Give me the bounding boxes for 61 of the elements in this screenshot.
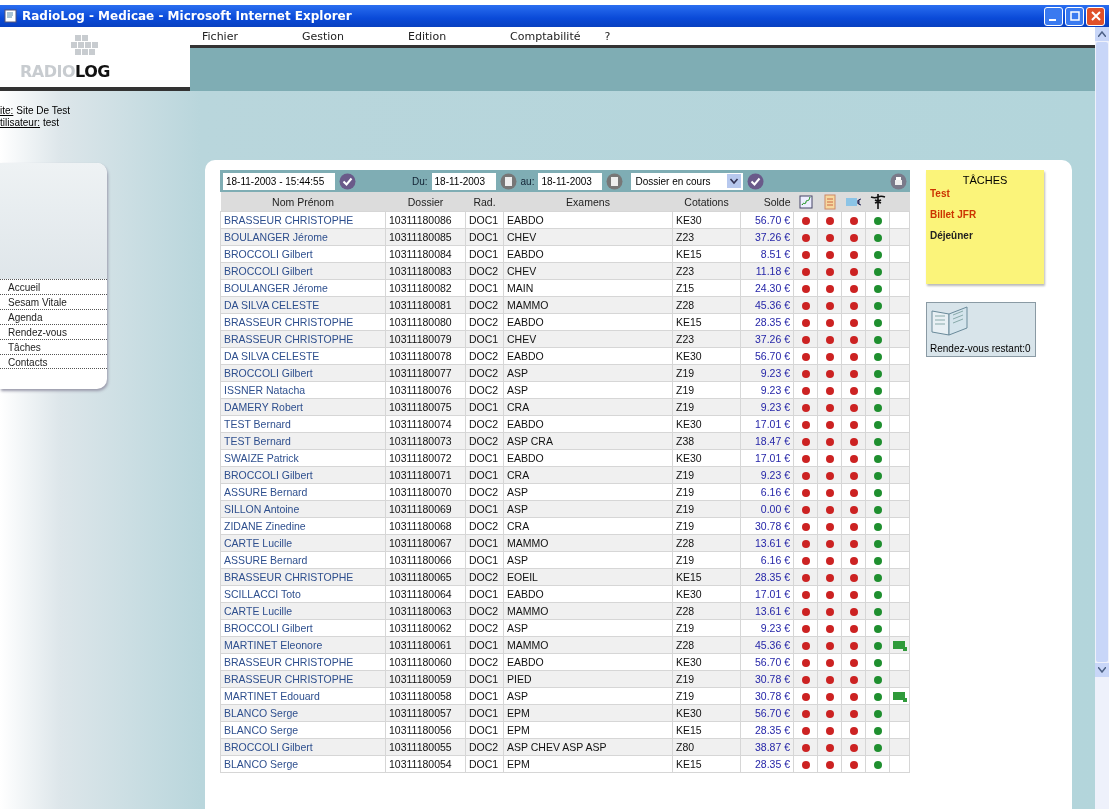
info-label: ite:: [0, 105, 14, 116]
menu-item[interactable]: Comptabilité: [510, 29, 581, 43]
column-header: Examens: [503, 192, 673, 212]
menu-item[interactable]: Fichier: [202, 29, 238, 43]
nav-item[interactable]: Sesam Vitale: [0, 294, 107, 309]
scroll-down-icon[interactable]: [1098, 667, 1106, 673]
task-link[interactable]: Déjeûner: [930, 230, 1040, 241]
nav-item[interactable]: Agenda: [0, 309, 107, 324]
info-label: tilisateur:: [0, 117, 40, 128]
close-button[interactable]: [1086, 6, 1105, 26]
task-link[interactable]: Billet JFR: [930, 209, 1040, 220]
caduceus-icon: [869, 193, 886, 210]
nav-item[interactable]: Contacts: [0, 354, 107, 369]
print-icon[interactable]: [890, 172, 907, 190]
card-icon: [892, 692, 907, 703]
patient-name-link[interactable]: BRASSEUR CHRISTOPHE: [220, 211, 386, 229]
nav-item[interactable]: Rendez-vous: [0, 324, 107, 339]
table-cell: KE30: [672, 211, 741, 229]
from-label: Du:: [412, 175, 428, 187]
window-title: RadioLog - Medicae - Microsoft Internet Explorer: [22, 9, 352, 23]
to-date-field[interactable]: 18-11-2003: [538, 172, 603, 190]
maximize-button[interactable]: [1065, 6, 1084, 26]
info-value: test: [43, 117, 60, 128]
task-link[interactable]: Test: [930, 188, 1040, 199]
appointments-count: Rendez-vous restant:0: [930, 343, 1032, 354]
minimize-icon: [1049, 18, 1056, 21]
menu-item[interactable]: ?: [604, 29, 611, 43]
maximize-icon: [1069, 11, 1080, 21]
minimize-button[interactable]: [1044, 6, 1063, 26]
check-icon[interactable]: [339, 172, 356, 190]
table-cell: 10311180086: [385, 211, 466, 229]
scroll-up-icon[interactable]: [1098, 31, 1106, 37]
menu-item[interactable]: Gestion: [301, 29, 345, 43]
menu-item[interactable]: Edition: [408, 29, 447, 43]
column-header: Cotations: [672, 192, 741, 212]
page-icon: [4, 9, 18, 23]
table-cell: 56.70 €: [740, 211, 794, 229]
to-label: au:: [520, 175, 535, 187]
status-dropdown[interactable]: Dossier en cours: [631, 172, 744, 190]
vertical-scrollbar[interactable]: [1095, 27, 1109, 809]
card-icon: [892, 641, 907, 652]
signed-paper-icon: [797, 193, 814, 210]
table-cell: EABDO: [503, 211, 673, 229]
calendar-icon[interactable]: [606, 172, 624, 190]
column-header: Solde: [740, 192, 794, 212]
column-header: Rad.: [465, 192, 504, 212]
document-icon: [823, 193, 836, 210]
table-cell: DOC1: [465, 211, 504, 229]
nav-item[interactable]: Tâches: [0, 339, 107, 354]
info-value: Site De Test: [16, 105, 71, 116]
datetime-field[interactable]: 18-11-2003 - 15:44:55: [223, 172, 335, 190]
note-title: TÂCHES: [961, 174, 1009, 186]
calendar-icon[interactable]: [499, 172, 517, 190]
column-header: Nom Prénom: [220, 192, 386, 212]
card-euro-icon: [844, 195, 863, 208]
from-date-field[interactable]: 18-11-2003: [431, 172, 496, 190]
close-icon: [1090, 11, 1101, 21]
open-book-icon: [930, 305, 970, 337]
check-icon[interactable]: [747, 172, 765, 190]
column-header: Dossier: [385, 192, 466, 212]
nav-item[interactable]: Accueil: [0, 279, 107, 294]
